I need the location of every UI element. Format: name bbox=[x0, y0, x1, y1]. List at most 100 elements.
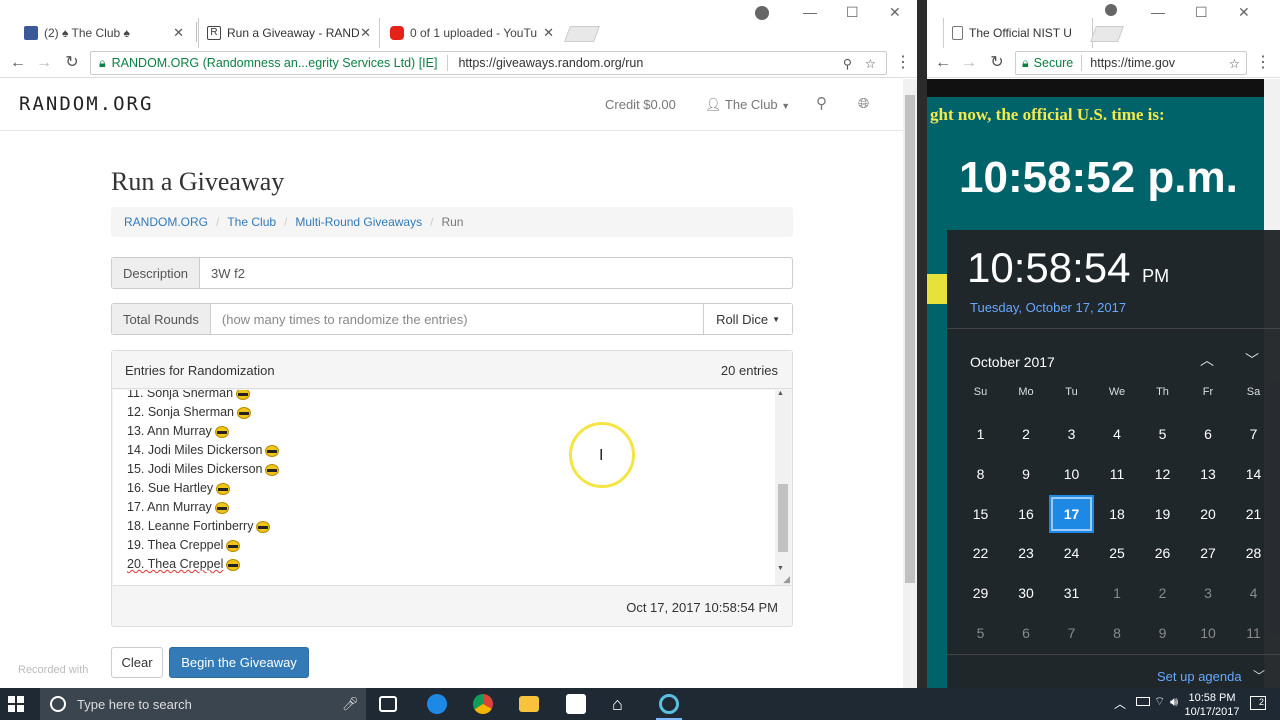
credit-link[interactable]: Credit $0.00 bbox=[605, 97, 676, 112]
calendar-day[interactable]: 18 bbox=[1095, 495, 1140, 533]
calendar-day[interactable]: 7 bbox=[1231, 415, 1276, 453]
calendar-day[interactable]: 9 bbox=[1140, 614, 1185, 652]
calendar-day[interactable]: 19 bbox=[1140, 495, 1185, 533]
textarea-scrollbar[interactable]: ▲ ▼ bbox=[775, 390, 791, 585]
calendar-day[interactable]: 5 bbox=[1140, 415, 1185, 453]
calendar-day[interactable]: 10 bbox=[1049, 455, 1094, 493]
calendar-day[interactable]: 4 bbox=[1231, 574, 1276, 612]
chevron-down-icon[interactable]: ﹀ bbox=[1253, 667, 1265, 684]
address-bar[interactable]: 🔒︎ Secure https://time.gov ☆ bbox=[1015, 51, 1247, 75]
calendar-day[interactable]: 11 bbox=[1095, 455, 1140, 493]
scroll-up-icon[interactable]: ▲ bbox=[777, 390, 784, 397]
calendar-day[interactable]: 9 bbox=[1004, 455, 1049, 493]
calendar-day[interactable]: 10 bbox=[1186, 614, 1231, 652]
menu-icon[interactable]: ⋮ bbox=[1253, 53, 1273, 73]
tab-the-club[interactable]: (2) ♠ The Club ♠ ✕ bbox=[16, 18, 192, 48]
microphone-icon[interactable]: 🎤︎ bbox=[342, 696, 359, 712]
close-window-icon[interactable]: ✕ bbox=[1238, 4, 1250, 21]
calendar-day[interactable]: 8 bbox=[958, 455, 1003, 493]
close-icon[interactable]: ✕ bbox=[543, 25, 554, 41]
calendar-day[interactable]: 30 bbox=[1004, 574, 1049, 612]
calendar-day[interactable]: 23 bbox=[1004, 534, 1049, 572]
tray-chevron-icon[interactable]: ︿ bbox=[1114, 695, 1126, 712]
begin-giveaway-button[interactable]: Begin the Giveaway bbox=[169, 647, 309, 678]
calendar-day[interactable]: 1 bbox=[1095, 574, 1140, 612]
calendar-day[interactable]: 20 bbox=[1186, 495, 1231, 533]
breadcrumb-multi-round[interactable]: Multi-Round Giveaways bbox=[295, 215, 422, 229]
calendar-day[interactable]: 24 bbox=[1049, 534, 1094, 572]
clear-button[interactable]: Clear bbox=[111, 647, 163, 678]
close-icon[interactable]: ✕ bbox=[173, 25, 184, 41]
calendar-day[interactable]: 2 bbox=[1140, 574, 1185, 612]
battery-icon[interactable] bbox=[1136, 697, 1150, 706]
new-tab-button[interactable] bbox=[564, 26, 600, 42]
close-window-icon[interactable]: ✕ bbox=[889, 4, 901, 21]
windows-start-icon[interactable] bbox=[8, 696, 24, 712]
taskbar-clock[interactable]: 10:58 PM 10/17/2017 bbox=[1184, 691, 1240, 719]
store-icon[interactable] bbox=[566, 694, 586, 714]
task-view-icon[interactable] bbox=[379, 696, 397, 712]
chevron-down-icon[interactable]: ﹀ bbox=[1245, 350, 1259, 370]
edge-icon[interactable] bbox=[427, 694, 447, 714]
calendar-day[interactable]: 11 bbox=[1231, 614, 1276, 652]
menu-icon[interactable]: ⋮ bbox=[893, 53, 913, 73]
calendar-day[interactable]: 4 bbox=[1095, 415, 1140, 453]
screencast-app-icon[interactable] bbox=[659, 694, 679, 714]
calendar-day[interactable]: 6 bbox=[1004, 614, 1049, 652]
globe-icon[interactable]: 🌐︎ bbox=[858, 95, 869, 112]
key-icon[interactable]: ⚲ bbox=[843, 56, 852, 71]
home-icon[interactable]: ⌂ bbox=[612, 694, 632, 714]
scroll-down-icon[interactable]: ▼ bbox=[777, 565, 784, 572]
calendar-day[interactable]: 1 bbox=[958, 415, 1003, 453]
rounds-input[interactable]: (how many times to randomize the entries… bbox=[211, 304, 703, 334]
address-bar[interactable]: 🔒︎ RANDOM.ORG (Randomness an...egrity Se… bbox=[90, 51, 887, 75]
calendar-day[interactable]: 16 bbox=[1004, 495, 1049, 533]
back-icon[interactable]: ← bbox=[933, 53, 953, 73]
calendar-day[interactable]: 28 bbox=[1231, 534, 1276, 572]
forward-icon[interactable]: → bbox=[34, 53, 54, 73]
chevron-up-icon[interactable]: ︿ bbox=[1200, 350, 1214, 370]
calendar-month[interactable]: October 2017 bbox=[970, 354, 1055, 370]
chrome-icon[interactable] bbox=[473, 694, 493, 714]
search-icon[interactable]: ⚲ bbox=[816, 94, 827, 112]
close-icon[interactable]: ✕ bbox=[360, 25, 371, 41]
back-icon[interactable]: ← bbox=[8, 53, 28, 73]
calendar-day[interactable]: 12 bbox=[1140, 455, 1185, 493]
site-logo[interactable]: RANDOM.ORG bbox=[19, 93, 153, 115]
breadcrumb-the-club[interactable]: The Club bbox=[227, 215, 276, 229]
calendar-day[interactable]: 5 bbox=[958, 614, 1003, 652]
calendar-day[interactable]: 2 bbox=[1004, 415, 1049, 453]
bookmark-star-icon[interactable]: ☆ bbox=[865, 56, 876, 71]
tab-nist-time[interactable]: The Official NIST U bbox=[943, 18, 1093, 48]
calendar-day[interactable]: 14 bbox=[1231, 455, 1276, 493]
minimize-icon[interactable]: — bbox=[1151, 4, 1165, 20]
roll-dice-button[interactable]: Roll Dice ▼ bbox=[703, 304, 792, 334]
reload-icon[interactable]: ↻ bbox=[987, 53, 1007, 73]
breadcrumb-random-org[interactable]: RANDOM.ORG bbox=[124, 215, 208, 229]
taskbar-search-box[interactable]: Type here to search 🎤︎ bbox=[40, 688, 366, 720]
volume-icon[interactable]: 🔊︎ bbox=[1170, 694, 1178, 710]
calendar-day[interactable]: 3 bbox=[1049, 415, 1094, 453]
calendar-day[interactable]: 21 bbox=[1231, 495, 1276, 533]
page-scrollbar[interactable] bbox=[903, 79, 917, 688]
flyout-date[interactable]: Tuesday, October 17, 2017 bbox=[970, 300, 1126, 315]
calendar-day[interactable]: 25 bbox=[1095, 534, 1140, 572]
calendar-day-selected[interactable]: 17 bbox=[1049, 494, 1094, 533]
bookmark-star-icon[interactable]: ☆ bbox=[1229, 56, 1240, 71]
calendar-day[interactable]: 6 bbox=[1186, 415, 1231, 453]
calendar-day[interactable]: 26 bbox=[1140, 534, 1185, 572]
file-explorer-icon[interactable] bbox=[519, 696, 539, 712]
action-center-icon[interactable]: 2 bbox=[1250, 696, 1266, 710]
description-input[interactable]: 3W f2 bbox=[200, 258, 792, 288]
forward-icon[interactable]: → bbox=[959, 53, 979, 73]
minimize-icon[interactable]: — bbox=[803, 4, 817, 20]
tab-run-giveaway[interactable]: R Run a Giveaway - RAND ✕ bbox=[198, 18, 380, 48]
set-up-agenda-link[interactable]: Set up agenda bbox=[1157, 669, 1242, 684]
maximize-icon[interactable]: ☐ bbox=[846, 4, 859, 21]
reload-icon[interactable]: ↻ bbox=[62, 53, 82, 73]
account-menu[interactable]: 👤︎ The Club ▼ bbox=[705, 97, 790, 113]
calendar-day[interactable]: 22 bbox=[958, 534, 1003, 572]
calendar-day[interactable]: 13 bbox=[1186, 455, 1231, 493]
maximize-icon[interactable]: ☐ bbox=[1195, 4, 1208, 21]
calendar-day[interactable]: 27 bbox=[1186, 534, 1231, 572]
